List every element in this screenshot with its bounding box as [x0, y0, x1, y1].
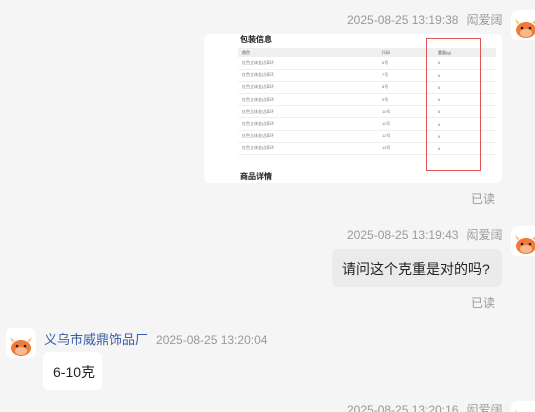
- message-bubble[interactable]: 6-10克: [43, 352, 102, 390]
- message-meta: 2025-08-25 13:19:38 闳爱阔: [347, 11, 502, 28]
- table-header: 颜色: [238, 48, 378, 57]
- avatar[interactable]: [511, 10, 535, 40]
- message-time: 2025-08-25 13:20:04: [156, 333, 268, 347]
- message-meta: 2025-08-25 13:20:16 闳爱阔: [347, 401, 502, 412]
- avatar[interactable]: [511, 401, 535, 412]
- read-status: 已读: [471, 192, 496, 206]
- sender-name: 闳爱阔: [466, 403, 503, 412]
- table-cell: 红色立体金边耳环: [238, 117, 378, 131]
- avatar[interactable]: [6, 328, 36, 358]
- image-section-title: 包装信息: [240, 35, 272, 44]
- image-section-title-2: 商品详情: [240, 172, 272, 181]
- avatar[interactable]: [511, 226, 535, 256]
- message-bubble[interactable]: 请问这个克重是对的吗?: [332, 249, 502, 287]
- read-status: 已读: [471, 296, 496, 310]
- table-cell: 红色立体金边耳环: [238, 57, 378, 70]
- bull-avatar-icon: [10, 337, 32, 356]
- weight-column-highlight: [426, 38, 481, 171]
- table-cell: 红色立体金边耳环: [238, 142, 378, 156]
- message-time: 2025-08-25 13:19:38: [347, 13, 459, 27]
- message-meta: 义乌市威鼎饰品厂 2025-08-25 13:20:04: [44, 329, 267, 348]
- message-time: 2025-08-25 13:20:16: [347, 403, 459, 412]
- message-time: 2025-08-25 13:19:43: [347, 228, 459, 242]
- message-meta: 2025-08-25 13:19:43 闳爱阔: [347, 226, 502, 243]
- table-cell: 红色立体金边耳环: [238, 105, 378, 119]
- message-image[interactable]: 包装信息 颜色 尺码 重量(g) 红色立体金边耳环 6号 6 红色立体金边耳环 …: [204, 34, 502, 183]
- sender-name: 闳爱阔: [466, 228, 503, 242]
- table-cell: 红色立体金边耳环: [238, 130, 378, 143]
- sender-name[interactable]: 义乌市威鼎饰品厂: [44, 332, 148, 347]
- sender-name: 闳爱阔: [466, 13, 503, 27]
- bull-avatar-icon: [515, 19, 535, 38]
- bull-avatar-icon: [515, 235, 535, 254]
- bull-avatar-icon: [515, 410, 535, 412]
- table-cell: 红色立体金边耳环: [238, 81, 378, 95]
- table-cell: 红色立体金边耳环: [238, 93, 378, 107]
- chat-window: 2025-08-25 13:19:38闳爱阔 包装信息 颜色 尺码 重量(g): [0, 0, 535, 412]
- table-cell: 红色立体金边耳环: [238, 69, 378, 82]
